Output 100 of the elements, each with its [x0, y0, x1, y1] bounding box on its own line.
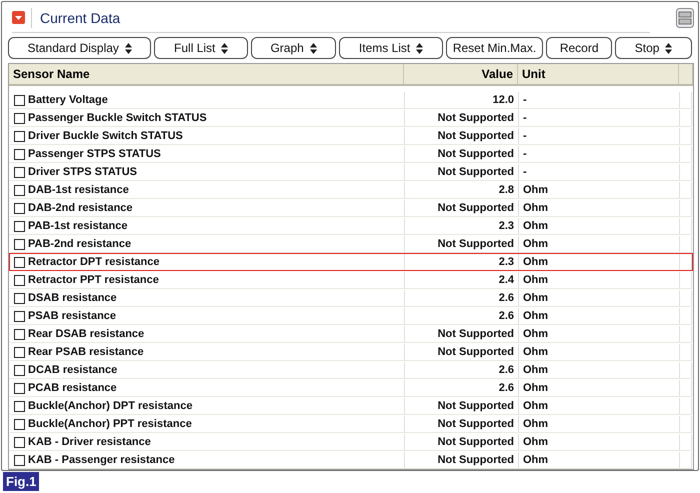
sensor-name: PSAB resistance — [28, 310, 116, 322]
sensor-unit: Ohm — [523, 364, 548, 376]
sensor-unit: - — [523, 166, 527, 178]
column-header[interactable]: Unit — [518, 64, 679, 84]
column-header[interactable]: Value — [404, 64, 518, 84]
sensor-unit: Ohm — [523, 220, 548, 232]
sensor-unit: Ohm — [523, 238, 548, 250]
toolbar-button[interactable]: Record — [546, 37, 612, 59]
sensor-name: Passenger Buckle Switch STATUS — [28, 112, 207, 124]
checkbox[interactable] — [14, 112, 25, 124]
sensor-value: 2.6 — [498, 364, 514, 376]
sensor-name: DCAB resistance — [28, 364, 118, 376]
sensor-name: PAB-1st resistance — [28, 220, 128, 232]
sensor-name: Retractor DPT resistance — [28, 256, 160, 268]
checkbox[interactable] — [14, 328, 25, 340]
sensor-unit: Ohm — [523, 292, 548, 304]
checkbox[interactable] — [14, 436, 25, 448]
sensor-value: Not Supported — [438, 454, 514, 466]
sensor-name: Driver Buckle Switch STATUS — [28, 130, 183, 142]
sensor-unit: Ohm — [523, 418, 548, 430]
sensor-unit: Ohm — [523, 310, 548, 322]
sensor-unit: - — [523, 130, 527, 142]
checkbox[interactable] — [14, 130, 25, 142]
sensor-value: 2.6 — [498, 292, 514, 304]
toolbar-button[interactable]: Stop — [615, 37, 692, 59]
checkbox[interactable] — [14, 310, 25, 322]
checkbox[interactable] — [14, 382, 25, 394]
toolbar-button[interactable]: Standard Display — [8, 37, 152, 59]
checkbox[interactable] — [14, 238, 25, 250]
sensor-value: Not Supported — [438, 148, 514, 160]
column-header[interactable]: Sensor Name — [9, 64, 404, 84]
toolbar-button[interactable]: Items List — [339, 37, 443, 59]
sensor-name: KAB - Driver resistance — [28, 436, 151, 448]
toolbar-button[interactable]: Reset Min.Max. — [446, 37, 544, 59]
sensor-name: Buckle(Anchor) PPT resistance — [28, 418, 192, 430]
sensor-unit: Ohm — [523, 202, 548, 214]
sensor-name: Battery Voltage — [28, 94, 108, 106]
sensor-unit: Ohm — [523, 184, 548, 196]
sensor-unit: Ohm — [523, 328, 548, 340]
sensor-value: 12.0 — [492, 94, 514, 106]
sensor-value: 2.4 — [498, 274, 514, 286]
checkbox[interactable] — [14, 400, 25, 412]
sensor-name: PAB-2nd resistance — [28, 238, 132, 250]
sensor-unit: Ohm — [523, 382, 548, 394]
sensor-unit: Ohm — [523, 256, 548, 268]
sensor-name: Passenger STPS STATUS — [28, 148, 161, 160]
sensor-value: Not Supported — [438, 418, 514, 430]
sensor-unit: Ohm — [523, 274, 548, 286]
checkbox[interactable] — [14, 148, 25, 160]
sensor-value: 2.8 — [498, 184, 514, 196]
sensor-name: Retractor PPT resistance — [28, 274, 159, 286]
sensor-value: Not Supported — [438, 166, 514, 178]
checkbox[interactable] — [14, 202, 25, 214]
sensor-unit: - — [523, 94, 527, 106]
layout-icon[interactable] — [676, 8, 694, 28]
updown-icon — [310, 42, 317, 54]
sensor-name: Rear DSAB resistance — [28, 328, 144, 340]
sensor-unit: Ohm — [523, 346, 548, 358]
sensor-unit: - — [523, 148, 527, 160]
sensor-value: Not Supported — [438, 346, 514, 358]
sensor-value: Not Supported — [438, 400, 514, 412]
sensor-unit: - — [523, 112, 527, 124]
sensor-value: Not Supported — [438, 328, 514, 340]
figure-label: Fig.1 — [3, 472, 40, 491]
toolbar-button[interactable]: Graph — [250, 37, 336, 59]
sensor-value: 2.3 — [498, 220, 514, 232]
updown-icon — [124, 42, 132, 54]
sensor-value: Not Supported — [438, 130, 514, 142]
checkbox[interactable] — [14, 256, 25, 268]
sensor-unit: Ohm — [523, 400, 548, 412]
checkbox[interactable] — [14, 274, 25, 286]
toolbar-button[interactable]: Full List — [154, 37, 248, 59]
checkbox[interactable] — [14, 364, 25, 376]
checkbox[interactable] — [14, 94, 25, 106]
sensor-value: Not Supported — [438, 202, 514, 214]
collapse-icon[interactable] — [12, 11, 25, 24]
checkbox[interactable] — [14, 346, 25, 358]
checkbox[interactable] — [14, 292, 25, 304]
sensor-value: 2.6 — [498, 310, 514, 322]
checkbox[interactable] — [14, 220, 25, 232]
checkbox[interactable] — [14, 418, 25, 430]
sensor-value: 2.3 — [498, 256, 514, 268]
sensor-name: DAB-1st resistance — [28, 184, 129, 196]
sensor-name: Rear PSAB resistance — [28, 346, 144, 358]
updown-icon — [416, 42, 424, 54]
sensor-name: Driver STPS STATUS — [28, 166, 138, 178]
sensor-unit: Ohm — [523, 454, 548, 466]
checkbox[interactable] — [14, 184, 25, 196]
updown-icon — [665, 42, 672, 54]
updown-icon — [221, 42, 228, 54]
checkbox[interactable] — [14, 454, 25, 466]
sensor-name: DSAB resistance — [28, 292, 117, 304]
sensor-name: KAB - Passenger resistance — [28, 454, 175, 466]
sensor-value: Not Supported — [438, 238, 514, 250]
sensor-value: Not Supported — [438, 112, 514, 124]
window-title: Current Data — [31, 8, 120, 28]
sensor-name: DAB-2nd resistance — [28, 202, 133, 214]
sensor-name: PCAB resistance — [28, 382, 117, 394]
checkbox[interactable] — [14, 166, 25, 178]
sensor-unit: Ohm — [523, 436, 548, 448]
